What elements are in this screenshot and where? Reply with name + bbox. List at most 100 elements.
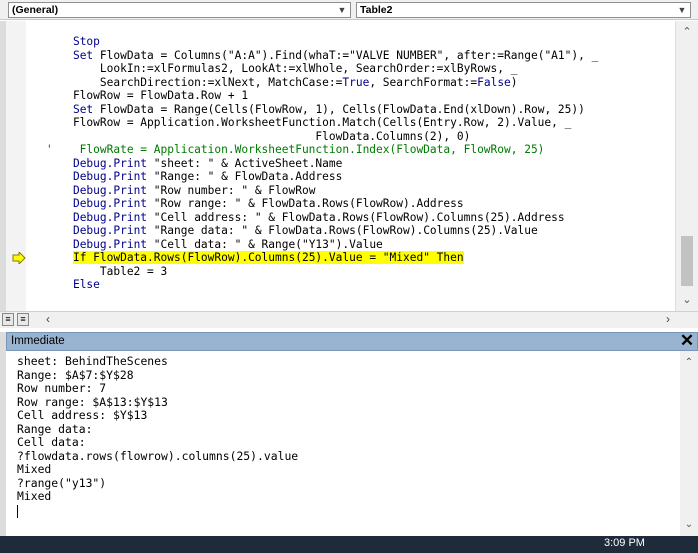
code-keyword: Debug.Print (72, 183, 148, 197)
code-window-toolbar: (General) ▼ Table2 ▼ (0, 0, 698, 20)
scroll-down-icon[interactable]: ⌄ (680, 517, 698, 533)
code-line: Debug.Print "sheet: " & ActiveSheet.Name (46, 157, 598, 171)
immediate-line: Mixed (17, 462, 52, 476)
code-line: Debug.Print "Range data: " & FlowData.Ro… (46, 224, 598, 238)
code-text: "Cell data: " & Range("Y13").Value (147, 237, 383, 251)
code-line: ' FlowRate = Application.WorksheetFuncti… (46, 143, 598, 157)
code-text: Table2 = 3 (46, 264, 168, 278)
code-keyword: Debug.Print (72, 170, 148, 183)
windows-taskbar: 3:09 PM (0, 536, 698, 553)
code-line: Debug.Print "Row range: " & FlowData.Row… (46, 197, 598, 211)
code-keyword: False (477, 75, 511, 89)
code-vertical-scrollbar[interactable]: ⌃ ⌄ (675, 21, 698, 311)
immediate-window-title: Immediate (11, 335, 65, 347)
immediate-line: Row number: 7 (17, 381, 107, 395)
text-caret (17, 505, 18, 518)
code-text: "Cell address: " & FlowData.Rows(FlowRow… (147, 210, 565, 224)
code-line: Debug.Print "Cell data: " & Range("Y13")… (46, 238, 598, 252)
code-line: Else (46, 278, 598, 292)
object-dropdown-value: (General) (12, 4, 59, 16)
code-text: "sheet: " & ActiveSheet.Name (147, 156, 343, 170)
immediate-line: Cell data: (17, 435, 86, 449)
code-text: "Row range: " & FlowData.Rows(FlowRow).A… (147, 197, 464, 210)
code-line: FlowRow = FlowData.Row + 1 (46, 89, 598, 103)
immediate-line: Mixed (17, 489, 52, 503)
code-text: FlowData = Range(Cells(FlowRow, 1), Cell… (93, 102, 585, 116)
code-keyword: Else (72, 278, 100, 291)
margin-indicator-bar[interactable] (6, 21, 26, 311)
code-text: , SearchFormat:= (369, 75, 478, 89)
code-text: FlowData = Columns("A:A").Find(whaT:="VA… (93, 48, 599, 62)
chevron-down-icon[interactable]: ▼ (336, 3, 348, 17)
execution-arrow-icon (12, 252, 26, 264)
code-keyword: Debug.Print (72, 197, 148, 210)
scrollbar-thumb[interactable] (681, 236, 693, 286)
code-text: "Range: " & FlowData.Address (147, 170, 343, 183)
code-keyword: Debug.Print (72, 156, 148, 170)
immediate-output: sheet: BehindTheScenes Range: $A$7:$Y$28 R… (17, 354, 299, 504)
scroll-right-icon[interactable]: › (666, 312, 670, 326)
code-line: Debug.Print "Cell address: " & FlowData.… (46, 211, 598, 225)
code-editor[interactable]: Stop Set FlowData = Columns("A:A").Find(… (6, 21, 675, 311)
scroll-up-icon[interactable]: ⌃ (676, 23, 698, 41)
immediate-window-title-bar[interactable]: Immediate ✕ (6, 332, 698, 351)
procedure-view-button[interactable]: ≡ (2, 313, 14, 326)
code-line: Set FlowData = Columns("A:A").Find(whaT:… (46, 49, 598, 63)
code-keyword: True (342, 75, 370, 89)
code-keyword: Debug.Print (72, 224, 148, 237)
scroll-down-icon[interactable]: ⌄ (676, 291, 698, 309)
code-text: "Range data: " & FlowData.Rows(FlowRow).… (147, 224, 538, 237)
code-text: SearchDirection:=xlNext, MatchCase:= (46, 75, 343, 89)
procedure-dropdown-value: Table2 (360, 4, 393, 16)
code-keyword: Debug.Print (72, 210, 148, 224)
code-line: SearchDirection:=xlNext, MatchCase:=True… (46, 76, 598, 90)
immediate-line: Range: $A$7:$Y$28 (17, 367, 134, 382)
code-text: FlowRow = FlowData.Row + 1 (46, 89, 249, 102)
code-line: Set FlowData = Range(Cells(FlowRow, 1), … (46, 103, 598, 117)
code-line: FlowData.Columns(2), 0) (46, 130, 598, 144)
scroll-up-icon[interactable]: ⌃ (680, 355, 698, 371)
code-line: FlowRow = Application.WorksheetFunction.… (46, 116, 598, 130)
full-module-view-button[interactable]: ≡ (17, 313, 29, 326)
code-keyword: Set (72, 102, 94, 116)
highlighted-statement: If FlowData.Rows(FlowRow).Columns(25).Va… (72, 251, 464, 264)
code-line: Debug.Print "Row number: " & FlowRow (46, 184, 598, 198)
code-line: Table2 = 3 (46, 265, 598, 279)
chevron-down-icon[interactable]: ▼ (676, 3, 688, 17)
immediate-line: ?range("y13") (17, 475, 107, 490)
immediate-window-text[interactable]: sheet: BehindTheScenes Range: $A$7:$Y$28 R… (6, 351, 680, 536)
immediate-line: ?flowdata.rows(flowrow).columns(25).valu… (17, 448, 299, 463)
code-comment: ' FlowRate = Application.WorksheetFuncti… (46, 143, 545, 156)
code-text: "Row number: " & FlowRow (147, 183, 316, 197)
code-line: Debug.Print "Range: " & FlowData.Address (46, 170, 598, 184)
procedure-dropdown[interactable]: Table2 ▼ (356, 2, 691, 18)
immediate-line: Cell address: $Y$13 (17, 408, 148, 422)
scroll-left-icon[interactable]: ‹ (46, 312, 50, 326)
close-icon[interactable]: ✕ (679, 332, 695, 350)
immediate-line: sheet: BehindTheScenes (17, 354, 168, 368)
code-text: FlowData.Columns(2), 0) (46, 129, 471, 143)
code-text: ) (510, 75, 518, 89)
code-keyword: Stop (72, 35, 100, 48)
code-line: If FlowData.Rows(FlowRow).Columns(25).Va… (46, 251, 598, 265)
code-lines: Stop Set FlowData = Columns("A:A").Find(… (46, 35, 598, 292)
code-horizontal-scrollbar[interactable]: ≡ ≡ ‹ › (0, 311, 698, 328)
object-dropdown[interactable]: (General) ▼ (8, 2, 351, 18)
immediate-line: Range data: (17, 421, 93, 436)
code-line: LookIn:=xlFormulas2, LookAt:=xlWhole, Se… (46, 62, 598, 76)
immediate-vertical-scrollbar[interactable]: ⌃ ⌄ (680, 351, 698, 536)
code-text: FlowRow = Application.WorksheetFunction.… (46, 116, 572, 129)
code-keyword: Debug.Print (72, 237, 148, 251)
